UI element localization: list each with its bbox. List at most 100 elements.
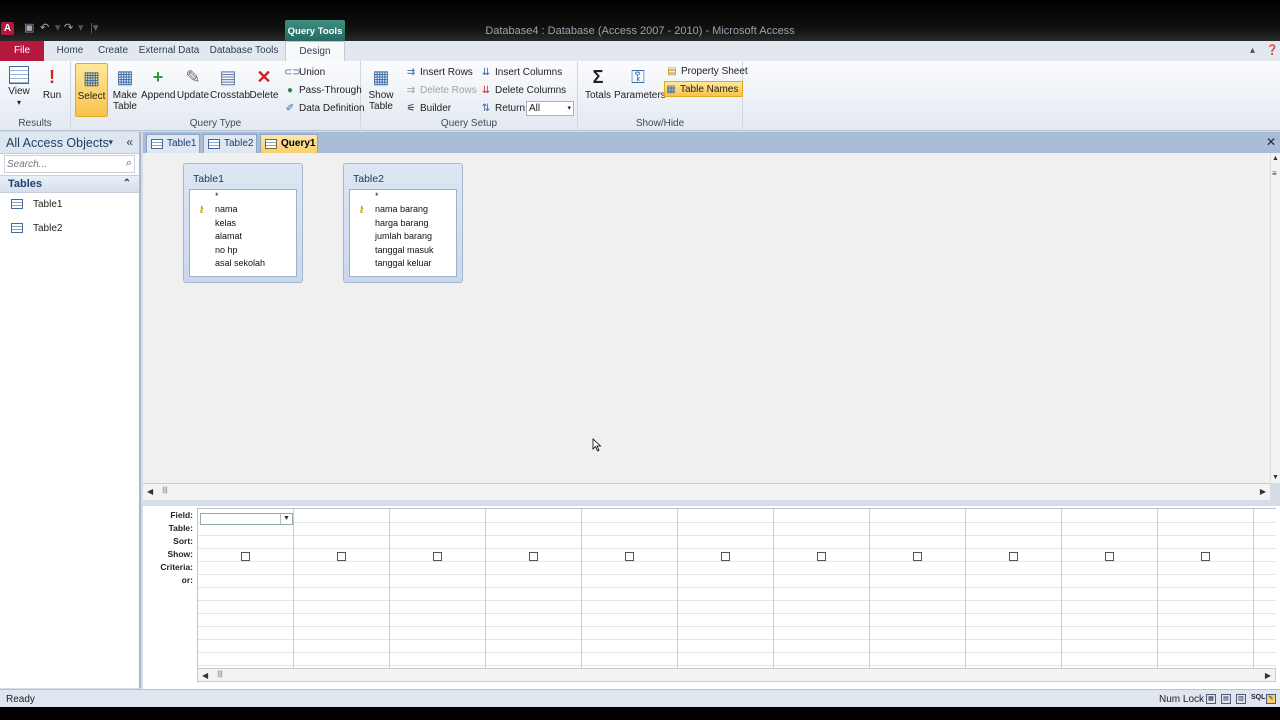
crosstab-button[interactable]: ▤ Crosstab — [210, 63, 250, 117]
combo-dropdown-icon[interactable]: ▼ — [280, 514, 292, 524]
field-combo-box[interactable]: ▼ — [200, 513, 293, 525]
grid-column[interactable] — [1254, 509, 1276, 668]
grid-column[interactable] — [486, 509, 582, 668]
nav-item-table2[interactable]: Table2 — [0, 217, 139, 241]
tab-database-tools[interactable]: Database Tools — [206, 41, 282, 61]
show-checkbox[interactable] — [1201, 552, 1210, 561]
design-view-icon[interactable]: ✎ — [1266, 694, 1276, 704]
scroll-thumb[interactable]: ||| — [159, 487, 171, 497]
field-list-table2[interactable]: Table2 * ⚷ nama barang harga barang jumla… — [343, 163, 463, 283]
show-checkbox[interactable] — [721, 552, 730, 561]
grid-column[interactable] — [390, 509, 486, 668]
update-button[interactable]: ✎ Update — [176, 63, 210, 117]
append-button[interactable]: + Append — [141, 63, 175, 117]
grid-column[interactable] — [582, 509, 678, 668]
return-select[interactable]: All ▾ — [526, 101, 574, 116]
select-query-button[interactable]: ▦ Select — [75, 63, 108, 117]
grid-column[interactable]: ▼ — [198, 509, 294, 668]
scroll-right-icon[interactable]: ▶ — [1265, 671, 1271, 680]
field-item[interactable]: tanggal masuk — [350, 244, 456, 257]
design-grid-horizontal-scrollbar[interactable]: ◀ ||| ▶ — [197, 668, 1276, 682]
totals-button[interactable]: Σ Totals — [584, 63, 612, 117]
make-table-button[interactable]: ▦ Make Table — [110, 63, 140, 117]
scroll-down-icon[interactable]: ▼ — [1272, 474, 1279, 481]
field-item[interactable]: asal sekolah — [190, 257, 296, 270]
show-checkbox[interactable] — [529, 552, 538, 561]
field-item[interactable]: kelas — [190, 217, 296, 230]
insert-rows-button[interactable]: ⇉ Insert Rows — [405, 65, 473, 81]
grid-column[interactable] — [294, 509, 390, 668]
minimize-ribbon-icon[interactable]: ▴ — [1250, 45, 1255, 56]
show-checkbox[interactable] — [817, 552, 826, 561]
field-item[interactable]: harga barang — [350, 217, 456, 230]
pass-through-button[interactable]: ● Pass-Through — [284, 83, 362, 99]
show-checkbox[interactable] — [1105, 552, 1114, 561]
field-item[interactable]: no hp — [190, 244, 296, 257]
tab-design[interactable]: Design — [285, 41, 345, 62]
doc-tab-table2[interactable]: Table2 — [203, 134, 257, 153]
grid-column[interactable] — [966, 509, 1062, 668]
doc-tab-table1[interactable]: Table1 — [146, 134, 200, 153]
builder-button[interactable]: ⚟ Builder — [405, 101, 452, 117]
qbe-grid[interactable]: ▼ — [197, 508, 1276, 668]
scroll-thumb[interactable]: ≡ — [1272, 169, 1277, 178]
show-checkbox[interactable] — [433, 552, 442, 561]
scroll-right-icon[interactable]: ▶ — [1260, 487, 1266, 496]
tab-create[interactable]: Create — [94, 41, 132, 61]
field-item[interactable]: jumlah barang — [350, 230, 456, 243]
grid-column[interactable] — [1062, 509, 1158, 668]
insert-columns-button[interactable]: ⇊ Insert Columns — [480, 65, 562, 81]
field-list-table1[interactable]: Table1 * ⚷ nama kelas alamat no hp asal s… — [183, 163, 303, 283]
nav-item-table1[interactable]: Table1 — [0, 193, 139, 217]
field-item[interactable]: alamat — [190, 230, 296, 243]
datasheet-view-icon[interactable]: ▦ — [1206, 694, 1216, 704]
grid-column[interactable] — [774, 509, 870, 668]
show-checkbox[interactable] — [625, 552, 634, 561]
pivot-chart-view-icon[interactable]: ▥ — [1236, 694, 1246, 704]
table-pane-horizontal-scrollbar[interactable]: ◀ ||| ▶ — [143, 483, 1270, 500]
run-button[interactable]: ! Run — [38, 63, 66, 117]
search-icon[interactable]: ⌕ — [126, 157, 132, 170]
close-document-icon[interactable]: ✕ — [1266, 135, 1276, 149]
shutter-bar-close-icon[interactable]: « — [126, 135, 133, 149]
show-checkbox[interactable] — [913, 552, 922, 561]
sql-view-icon[interactable]: SQL — [1251, 694, 1265, 704]
grid-column[interactable] — [870, 509, 966, 668]
scroll-thumb[interactable]: ||| — [214, 671, 226, 681]
field-item[interactable]: ⚷ nama — [190, 203, 296, 216]
data-definition-button[interactable]: ✐ Data Definition — [284, 101, 365, 117]
scroll-left-icon[interactable]: ◀ — [202, 671, 208, 680]
grid-column[interactable] — [678, 509, 774, 668]
grid-column[interactable] — [1158, 509, 1254, 668]
doc-tab-query1[interactable]: Query1 — [260, 134, 318, 153]
nav-menu-dropdown-icon[interactable]: ▾ — [108, 137, 113, 148]
tab-home[interactable]: Home — [52, 41, 88, 61]
union-button[interactable]: ⊂⊃Union — [284, 65, 325, 81]
help-icon[interactable]: ❓ — [1266, 45, 1278, 56]
table-pane-vertical-scrollbar[interactable]: ▲ ≡ ▼ — [1270, 153, 1280, 483]
field-item[interactable]: * — [350, 190, 456, 203]
view-button[interactable]: View ▾ — [4, 63, 34, 117]
delete-columns-button[interactable]: ⇊ Delete Columns — [480, 83, 566, 99]
table-names-button[interactable]: ▦ Table Names — [664, 81, 744, 97]
pivot-table-view-icon[interactable]: ▤ — [1221, 694, 1231, 704]
scroll-up-icon[interactable]: ▲ — [1272, 155, 1279, 162]
field-item[interactable]: ⚷ nama barang — [350, 203, 456, 216]
field-item[interactable]: * — [190, 190, 296, 203]
nav-search-input[interactable] — [5, 156, 117, 172]
show-checkbox[interactable] — [241, 552, 250, 561]
parameters-button[interactable]: ⚿ Parameters — [614, 63, 666, 117]
collapse-group-icon[interactable]: ⌃ — [123, 178, 131, 189]
show-checkbox[interactable] — [1009, 552, 1018, 561]
nav-group-tables[interactable]: Tables ⌃ — [0, 175, 139, 193]
property-sheet-button[interactable]: ▤ Property Sheet — [666, 64, 747, 80]
scroll-left-icon[interactable]: ◀ — [147, 487, 153, 496]
delete-rows-button[interactable]: ⇉ Delete Rows — [405, 83, 477, 99]
field-item[interactable]: tanggal keluar — [350, 257, 456, 270]
show-checkbox[interactable] — [337, 552, 346, 561]
tab-file[interactable]: File — [0, 41, 44, 61]
delete-query-button[interactable]: ✕ Delete — [248, 63, 280, 117]
nav-pane-header[interactable]: All Access Objects ▾ « — [0, 132, 139, 154]
tab-external-data[interactable]: External Data — [138, 41, 200, 61]
show-table-button[interactable]: ▦ Show Table — [365, 63, 397, 117]
